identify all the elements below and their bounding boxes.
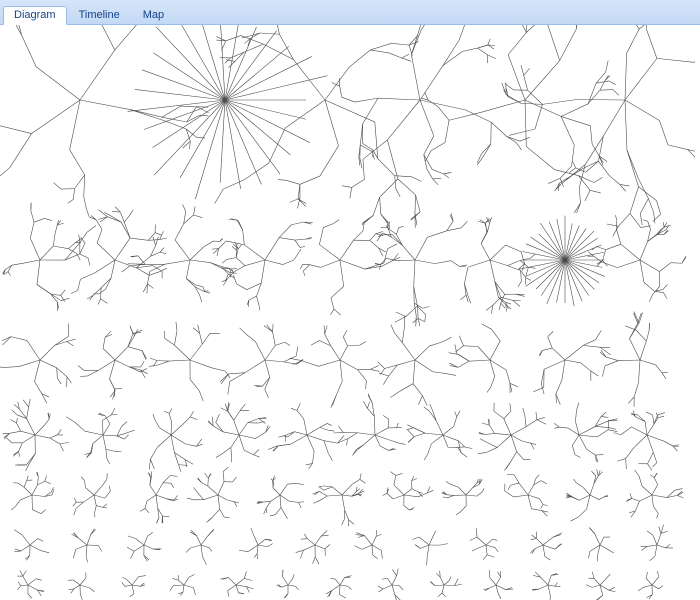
tab-timeline[interactable]: Timeline	[68, 6, 131, 24]
diagram-canvas[interactable]	[0, 25, 695, 600]
tab-bar: Diagram Timeline Map	[0, 0, 700, 25]
tab-map[interactable]: Map	[132, 6, 175, 24]
tab-diagram[interactable]: Diagram	[3, 6, 67, 25]
